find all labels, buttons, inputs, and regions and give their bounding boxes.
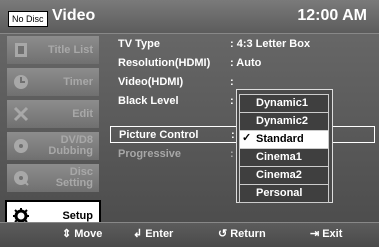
sidebar-item-disc-setting[interactable]: Disc Setting <box>7 164 99 192</box>
hint-move: ⇕ Move <box>62 228 103 240</box>
header-bar: No Disc Video 12:00 AM <box>0 0 379 34</box>
option-personal[interactable]: Personal <box>239 184 329 203</box>
sidebar-item-edit[interactable]: Edit <box>7 100 99 128</box>
enter-icon: ↲ <box>133 228 143 240</box>
disc-setting-icon <box>14 171 29 186</box>
sidebar-item-timer[interactable]: Timer <box>7 68 99 96</box>
title-list-icon <box>15 43 27 57</box>
option-dynamic1[interactable]: Dynamic1 <box>239 94 329 113</box>
clock: 12:00 AM <box>297 7 367 24</box>
setting-row-resolution[interactable]: Resolution(HDMI) : Auto <box>110 55 375 72</box>
option-standard[interactable]: ✓ Standard <box>239 130 329 149</box>
hint-return: ↺ Return <box>218 228 266 240</box>
hint-enter: ↲ Enter <box>133 228 174 240</box>
picture-control-dropdown: Dynamic1 Dynamic2 ✓ Standard Cinema1 Cine… <box>236 89 333 203</box>
hint-exit: ⇥ Exit <box>310 228 343 240</box>
option-cinema1[interactable]: Cinema1 <box>239 148 329 167</box>
footer-bar: ⇕ Move ↲ Enter ↺ Return ⇥ Exit <box>0 222 379 247</box>
page-title: Video <box>52 7 96 24</box>
osd-screen: No Disc Video 12:00 AM Title List Timer … <box>0 0 379 247</box>
return-icon: ↺ <box>218 228 228 240</box>
exit-icon: ⇥ <box>310 228 320 240</box>
edit-icon <box>13 106 29 122</box>
timer-icon <box>14 75 28 89</box>
sidebar-item-title-list[interactable]: Title List <box>7 36 99 64</box>
check-icon: ✓ <box>242 132 252 144</box>
sidebar: Title List Timer Edit DV/D8 Dubbing Disc S… <box>5 36 101 232</box>
dubbing-icon <box>14 139 28 153</box>
up-down-arrow-icon: ⇕ <box>62 228 72 240</box>
option-cinema2[interactable]: Cinema2 <box>239 166 329 185</box>
option-dynamic2[interactable]: Dynamic2 <box>239 112 329 131</box>
setting-row-tv-type[interactable]: TV Type : 4:3 Letter Box <box>110 36 375 53</box>
sidebar-item-dubbing[interactable]: DV/D8 Dubbing <box>7 132 99 160</box>
disc-status-badge: No Disc <box>8 11 48 27</box>
